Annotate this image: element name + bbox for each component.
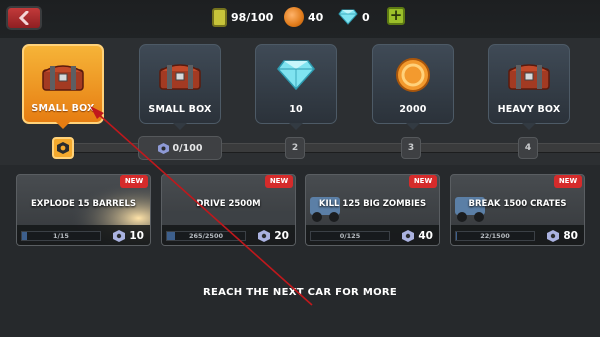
chest-icon — [24, 56, 102, 96]
card-pointer — [522, 123, 536, 130]
reward-label: HEAVY BOX — [497, 104, 561, 115]
mission-reward: 40 — [402, 230, 433, 242]
mission-progress-bar: 1/15 — [21, 231, 101, 241]
reward-card-3[interactable]: 10 — [255, 44, 337, 130]
add-currency-button[interactable]: + — [387, 7, 405, 25]
fuel-can-icon — [212, 7, 227, 27]
coin-icon — [373, 55, 453, 95]
new-badge: NEW — [554, 175, 582, 188]
mission-card-4[interactable]: NEW BREAK 1500 CRATES 22/1500 80 — [450, 174, 585, 246]
coin-counter: 40 — [284, 6, 323, 28]
skull-badge-icon — [547, 230, 560, 242]
reward-label: 2000 — [399, 104, 427, 115]
track-node-2: 2 — [285, 137, 305, 159]
gem-value: 0 — [362, 10, 370, 24]
mission-progress-text: 1/15 — [53, 232, 69, 240]
mission-title: KILL 125 BIG ZOMBIES — [318, 199, 427, 209]
mission-progress-text: 0/125 — [339, 232, 361, 240]
mission-reward-value: 20 — [274, 230, 289, 242]
new-badge: NEW — [409, 175, 437, 188]
gem-counter: 0 — [338, 6, 370, 28]
skull-badge-icon — [57, 142, 69, 154]
card-pointer — [173, 123, 187, 130]
chevron-left-icon — [18, 11, 29, 25]
mission-progress-fill — [22, 232, 28, 240]
card-pointer — [56, 122, 70, 129]
mission-progress-fill — [167, 232, 176, 240]
mission-footer: 0/125 40 — [306, 225, 439, 245]
mission-progress-bar: 265/2500 — [166, 231, 246, 241]
reward-label: SMALL BOX — [31, 103, 95, 114]
skull-badge-icon — [113, 230, 126, 242]
start-node — [52, 137, 74, 159]
track-node-4: 4 — [518, 137, 538, 159]
mission-card-3[interactable]: NEW KILL 125 BIG ZOMBIES 0/125 40 — [305, 174, 440, 246]
mission-progress-bar: 22/1500 — [455, 231, 535, 241]
gem-icon — [256, 55, 336, 95]
mission-progress-text: 22/1500 — [480, 232, 510, 240]
chest-icon — [140, 55, 220, 95]
mission-card-2[interactable]: NEW DRIVE 2500M 265/2500 20 — [161, 174, 296, 246]
fuel-value: 98/100 — [231, 10, 274, 24]
gem-icon — [338, 7, 358, 27]
reward-card-5[interactable]: HEAVY BOX — [488, 44, 570, 130]
mission-title: DRIVE 2500M — [196, 199, 261, 209]
skull-badge-icon — [258, 230, 271, 242]
track-node-3: 3 — [401, 137, 421, 159]
mission-reward-value: 10 — [129, 230, 144, 242]
back-button[interactable] — [6, 6, 42, 30]
reward-card-1[interactable]: SMALL BOX — [22, 44, 104, 129]
track-progress-text: 0/100 — [172, 142, 203, 154]
reward-label: 10 — [289, 104, 303, 115]
mission-footer: 265/2500 20 — [162, 225, 295, 245]
fuel-counter: 98/100 — [212, 6, 273, 28]
mission-footer: 22/1500 80 — [451, 225, 584, 245]
card-pointer — [289, 123, 303, 130]
skull-badge-icon — [402, 230, 415, 242]
track-progress: 0/100 — [138, 136, 222, 160]
coin-icon — [284, 7, 304, 27]
mission-reward: 80 — [547, 230, 578, 242]
reward-label: SMALL BOX — [148, 104, 212, 115]
mission-progress-bar: 0/125 — [310, 231, 390, 241]
top-bar: 98/100 40 0 + — [0, 0, 600, 38]
mission-title: EXPLODE 15 BARRELS — [30, 199, 137, 209]
skull-badge-icon — [157, 142, 169, 154]
footer-hint: REACH THE NEXT CAR FOR MORE — [202, 287, 398, 298]
mission-reward-value: 40 — [418, 230, 433, 242]
new-badge: NEW — [265, 175, 293, 188]
chest-icon — [489, 55, 569, 95]
mission-footer: 1/15 10 — [17, 225, 150, 245]
mission-progress-fill — [456, 232, 458, 240]
new-badge: NEW — [120, 175, 148, 188]
coin-value: 40 — [308, 10, 324, 24]
card-pointer — [406, 123, 420, 130]
mission-title: BREAK 1500 CRATES — [468, 199, 567, 209]
mission-reward: 10 — [113, 230, 144, 242]
reward-card-2[interactable]: SMALL BOX — [139, 44, 221, 130]
mission-card-1[interactable]: NEW EXPLODE 15 BARRELS 1/15 10 — [16, 174, 151, 246]
mission-reward: 20 — [258, 230, 289, 242]
mission-progress-text: 265/2500 — [188, 232, 224, 240]
reward-card-4[interactable]: 2000 — [372, 44, 454, 130]
mission-reward-value: 80 — [563, 230, 578, 242]
